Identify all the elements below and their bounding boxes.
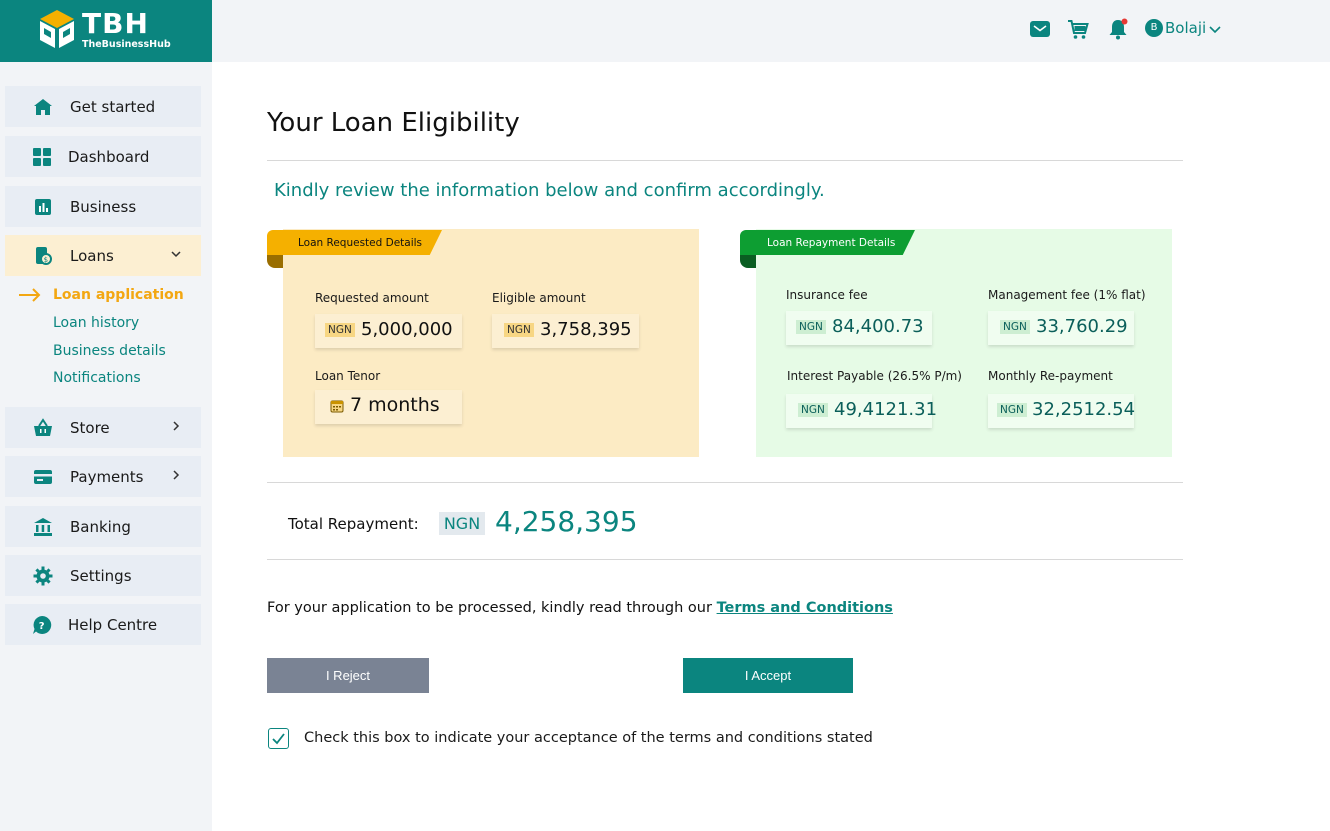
- chevron-down-icon: [171, 251, 181, 258]
- sidebar-item-loans[interactable]: $ Loans: [5, 235, 201, 276]
- divider: [267, 482, 1183, 483]
- sidebar-item-label: Loans: [70, 247, 114, 265]
- checkmark-icon: [272, 733, 285, 745]
- sidebar-item-store[interactable]: Store: [5, 407, 201, 448]
- accept-button[interactable]: I Accept: [683, 658, 853, 693]
- cart-icon[interactable]: [1067, 18, 1089, 40]
- brand-name: TBH: [82, 7, 149, 40]
- monthly-repayment-box: NGN 32,2512.54: [988, 394, 1136, 428]
- mail-icon[interactable]: [1029, 18, 1051, 40]
- page-title: Your Loan Eligibility: [267, 108, 520, 138]
- total-repayment-label: Total Repayment:: [288, 515, 419, 533]
- card-icon: [34, 470, 52, 484]
- chevron-right-icon: [173, 421, 180, 431]
- svg-text:?: ?: [39, 621, 45, 632]
- currency-tag: NGN: [796, 320, 826, 334]
- requested-amount-label: Requested amount: [315, 291, 429, 305]
- subnav-loan-history[interactable]: Loan history: [53, 315, 139, 331]
- monthly-repayment-value: 32,2512.54: [1032, 399, 1136, 420]
- basket-icon: [34, 418, 52, 436]
- sidebar-item-get-started[interactable]: Get started: [5, 86, 201, 127]
- eligible-amount-box: NGN 3,758,395: [492, 314, 639, 348]
- total-repayment-value: 4,258,395: [495, 505, 638, 538]
- sidebar-item-banking[interactable]: Banking: [5, 506, 201, 547]
- divider: [267, 559, 1183, 560]
- user-name[interactable]: Bolaji: [1165, 19, 1206, 37]
- requested-amount-box: NGN 5,000,000: [315, 314, 462, 348]
- bank-icon: [34, 518, 52, 536]
- currency-tag: NGN: [997, 403, 1027, 417]
- subnav-business-details[interactable]: Business details: [53, 343, 166, 359]
- sidebar-item-payments[interactable]: Payments: [5, 456, 201, 497]
- currency-tag: NGN: [798, 403, 828, 417]
- sidebar-item-label: Settings: [70, 567, 132, 585]
- sidebar-item-label: Business: [70, 198, 137, 216]
- loan-tenor-label: Loan Tenor: [315, 369, 381, 383]
- interest-payable-box: NGN 49,4121.31: [786, 394, 937, 428]
- eligible-amount-value: 3,758,395: [540, 319, 632, 340]
- loan-requested-tab-label: Loan Requested Details: [298, 237, 423, 249]
- brand-tagline: TheBusinessHub: [82, 39, 171, 50]
- eligible-amount-label: Eligible amount: [492, 291, 586, 305]
- sidebar-item-label: Get started: [70, 98, 156, 116]
- sidebar-item-label: Payments: [70, 468, 144, 486]
- interest-payable-value: 49,4121.31: [834, 399, 938, 420]
- subnav-notifications[interactable]: Notifications: [53, 370, 141, 386]
- terms-notice-text: For your application to be processed, ki…: [267, 600, 717, 616]
- logo[interactable]: TBH TheBusinessHub: [0, 0, 212, 62]
- avatar[interactable]: B: [1145, 19, 1163, 37]
- bell-icon[interactable]: [1107, 18, 1129, 40]
- arrow-right-icon: [19, 288, 41, 302]
- terms-notice: For your application to be processed, ki…: [267, 600, 893, 616]
- sidebar-item-label: Dashboard: [68, 148, 150, 166]
- tab-fold: [267, 255, 283, 268]
- insurance-fee-label: Insurance fee: [786, 288, 868, 302]
- sidebar-item-settings[interactable]: Settings: [5, 555, 201, 596]
- acceptance-checkbox[interactable]: [268, 728, 289, 749]
- subnav-loan-application[interactable]: Loan application: [53, 287, 184, 303]
- management-fee-value: 33,760.29: [1036, 316, 1128, 337]
- chevron-down-icon[interactable]: [1208, 22, 1222, 36]
- total-currency-tag: NGN: [439, 512, 485, 535]
- home-icon: [34, 99, 52, 115]
- help-icon: ?: [33, 615, 52, 634]
- chart-icon: [35, 199, 51, 215]
- gear-icon: [33, 566, 53, 586]
- acceptance-checkbox-label: Check this box to indicate your acceptan…: [304, 730, 873, 746]
- sidebar-item-help-centre[interactable]: ? Help Centre: [5, 604, 201, 645]
- sidebar-item-business[interactable]: Business: [5, 186, 201, 227]
- sidebar-item-label: Banking: [70, 518, 131, 536]
- interest-payable-label: Interest Payable (26.5% P/m): [787, 369, 962, 383]
- insurance-fee-value: 84,400.73: [832, 316, 924, 337]
- sidebar-item-label: Store: [70, 419, 110, 437]
- chevron-right-icon: [173, 470, 180, 480]
- loan-icon: $: [36, 247, 52, 265]
- page-subtitle: Kindly review the information below and …: [274, 180, 825, 201]
- loan-repayment-tab-label: Loan Repayment Details: [767, 237, 896, 249]
- loan-tenor-value: 7 months: [350, 394, 440, 416]
- terms-and-conditions-link[interactable]: Terms and Conditions: [717, 600, 893, 616]
- tab-fold: [740, 255, 756, 268]
- reject-button[interactable]: I Reject: [267, 658, 429, 693]
- currency-tag: NGN: [504, 323, 534, 337]
- sidebar-item-label: Help Centre: [68, 616, 158, 634]
- grid-icon: [33, 148, 51, 166]
- monthly-repayment-label: Monthly Re-payment: [988, 369, 1113, 383]
- divider: [267, 160, 1183, 161]
- currency-tag: NGN: [1000, 320, 1030, 334]
- management-fee-box: NGN 33,760.29: [988, 311, 1134, 345]
- svg-text:$: $: [44, 256, 48, 264]
- calendar-icon: [330, 400, 344, 413]
- sidebar: TBH TheBusinessHub Get started Dashboard…: [0, 0, 212, 831]
- sidebar-item-dashboard[interactable]: Dashboard: [5, 136, 201, 177]
- loan-tenor-box: 7 months: [315, 390, 462, 424]
- management-fee-label: Management fee (1% flat): [988, 288, 1146, 302]
- requested-amount-value: 5,000,000: [361, 319, 453, 340]
- insurance-fee-box: NGN 84,400.73: [786, 311, 932, 345]
- currency-tag: NGN: [325, 323, 355, 337]
- logo-cube-icon: [40, 10, 74, 48]
